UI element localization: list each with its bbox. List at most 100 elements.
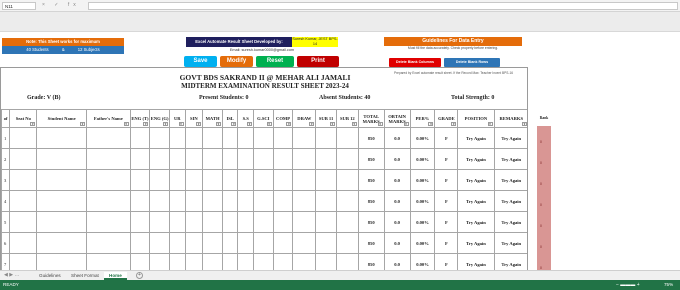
filter-dropdown-icon[interactable]: ▾	[143, 122, 149, 126]
filter-dropdown-icon[interactable]: ▾	[351, 122, 357, 126]
table-cell[interactable]	[184, 190, 204, 212]
table-cell[interactable]	[129, 169, 151, 191]
table-cell[interactable]	[9, 148, 38, 170]
filter-dropdown-icon[interactable]: ▾	[309, 122, 315, 126]
table-cell[interactable]	[169, 190, 186, 212]
cell-total[interactable]: 850	[357, 127, 385, 149]
cell-position[interactable]: Try Again	[457, 169, 495, 191]
cell-remarks[interactable]: Try Again	[493, 169, 527, 191]
table-cell[interactable]	[36, 211, 88, 233]
cell-position[interactable]: Try Again	[457, 232, 495, 254]
table-cell[interactable]	[335, 169, 359, 191]
table-cell[interactable]	[129, 148, 151, 170]
table-cell[interactable]	[335, 211, 359, 233]
table-cell[interactable]	[272, 232, 294, 254]
table-cell[interactable]	[9, 127, 38, 149]
filter-dropdown-icon[interactable]: ▾	[163, 122, 169, 126]
filter-dropdown-icon[interactable]: ▾	[487, 122, 493, 126]
formula-input[interactable]	[88, 2, 678, 10]
column-header[interactable]: PER% ▾	[409, 109, 436, 128]
cell-remarks[interactable]: Try Again	[493, 127, 527, 149]
table-cell[interactable]	[184, 211, 204, 233]
filter-dropdown-icon[interactable]: ▾	[123, 122, 129, 126]
zoom-level[interactable]: 75%	[664, 280, 673, 290]
add-sheet-icon[interactable]: +	[136, 272, 143, 279]
table-cell[interactable]	[221, 190, 239, 212]
table-cell[interactable]	[252, 211, 274, 233]
tab-scroll-icons[interactable]: ◀ ▶ …	[4, 272, 19, 278]
column-header[interactable]: UR ▾	[169, 109, 186, 128]
zoom-slider-icon[interactable]: − ▬▬▬ +	[616, 280, 640, 290]
filter-dropdown-icon[interactable]: ▾	[30, 122, 36, 126]
table-cell[interactable]	[129, 190, 151, 212]
table-cell[interactable]	[202, 232, 223, 254]
cell-obtain[interactable]: 0.0	[383, 232, 411, 254]
table-cell[interactable]	[9, 190, 38, 212]
table-cell[interactable]	[315, 127, 337, 149]
column-header[interactable]: SUB 12 ▾	[335, 109, 359, 128]
table-cell[interactable]	[36, 169, 88, 191]
column-header[interactable]: ENG (T) ▾	[129, 109, 151, 128]
column-header[interactable]: COMP ▾	[272, 109, 294, 128]
column-header[interactable]: Father's Name ▾	[86, 109, 131, 128]
filter-dropdown-icon[interactable]: ▾	[428, 122, 434, 126]
table-cell[interactable]	[9, 169, 38, 191]
table-cell[interactable]	[272, 169, 294, 191]
column-header[interactable]: Student Name ▾	[36, 109, 88, 128]
table-cell[interactable]	[202, 169, 223, 191]
cell-obtain[interactable]: 0.0	[383, 148, 411, 170]
table-cell[interactable]	[237, 190, 254, 212]
table-cell[interactable]	[149, 169, 171, 191]
filter-dropdown-icon[interactable]: ▾	[377, 122, 383, 126]
filter-dropdown-icon[interactable]: ▾	[266, 122, 272, 126]
column-header[interactable]: DRAW ▾	[292, 109, 317, 128]
table-cell[interactable]	[335, 148, 359, 170]
table-cell[interactable]	[149, 211, 171, 233]
filter-dropdown-icon[interactable]: ▾	[231, 122, 237, 126]
cell-per[interactable]: 0.00%	[409, 190, 436, 212]
table-cell[interactable]	[169, 211, 186, 233]
cell-obtain[interactable]: 0.0	[383, 211, 411, 233]
column-header[interactable]: SUB 11 ▾	[315, 109, 337, 128]
table-cell[interactable]	[36, 127, 88, 149]
table-cell[interactable]	[252, 148, 274, 170]
filter-dropdown-icon[interactable]: ▾	[80, 122, 86, 126]
column-header[interactable]: TOTAL MARKS ▾	[357, 109, 385, 128]
cell-no[interactable]: 4	[1, 190, 11, 212]
cell-position[interactable]: Try Again	[457, 211, 495, 233]
table-cell[interactable]	[237, 169, 254, 191]
column-header[interactable]: G.SCI ▾	[252, 109, 274, 128]
cell-total[interactable]: 850	[357, 169, 385, 191]
save-button[interactable]: Save	[184, 56, 217, 67]
table-cell[interactable]	[237, 211, 254, 233]
cell-obtain[interactable]: 0.0	[383, 190, 411, 212]
table-cell[interactable]	[292, 232, 317, 254]
table-cell[interactable]	[86, 148, 131, 170]
table-cell[interactable]	[86, 169, 131, 191]
filter-dropdown-icon[interactable]: ▾	[451, 122, 457, 126]
table-cell[interactable]	[221, 232, 239, 254]
table-cell[interactable]	[292, 148, 317, 170]
column-header[interactable]: POSITION ▾	[457, 109, 495, 128]
table-cell[interactable]	[149, 127, 171, 149]
table-cell[interactable]	[184, 169, 204, 191]
cell-remarks[interactable]: Try Again	[493, 211, 527, 233]
table-cell[interactable]	[202, 211, 223, 233]
table-cell[interactable]	[252, 127, 274, 149]
table-cell[interactable]	[315, 190, 337, 212]
table-cell[interactable]	[149, 232, 171, 254]
filter-dropdown-icon[interactable]: ▾	[178, 122, 184, 126]
table-cell[interactable]	[184, 148, 204, 170]
table-cell[interactable]	[221, 211, 239, 233]
table-cell[interactable]	[252, 190, 274, 212]
column-header[interactable]: REMARKS ▾	[493, 109, 527, 128]
delete-blank-rows-button[interactable]: Delete Blank Rows	[444, 58, 500, 67]
cell-no[interactable]: 2	[1, 148, 11, 170]
table-cell[interactable]	[149, 148, 171, 170]
table-cell[interactable]	[86, 232, 131, 254]
delete-blank-columns-button[interactable]: Delete Blank Columns	[389, 58, 441, 67]
table-cell[interactable]	[86, 211, 131, 233]
table-cell[interactable]	[272, 190, 294, 212]
cell-total[interactable]: 850	[357, 211, 385, 233]
cell-grade[interactable]: F	[434, 169, 459, 191]
